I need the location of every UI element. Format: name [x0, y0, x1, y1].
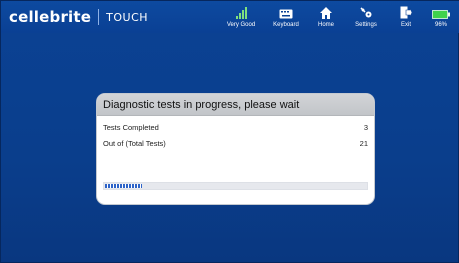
- settings-button[interactable]: Settings: [344, 4, 388, 32]
- brand-divider: [98, 9, 100, 25]
- app-screen: cellebrite TOUCH Very Good Keyboard Home…: [0, 0, 459, 263]
- brand-name: cellebrite: [9, 8, 92, 26]
- dialog-title: Diagnostic tests in progress, please wai…: [97, 94, 374, 116]
- keyboard-icon: [279, 5, 293, 19]
- signal-label: Very Good: [226, 22, 256, 28]
- signal-icon: [235, 5, 247, 19]
- tests-completed-row: Tests Completed 3: [103, 121, 368, 133]
- signal-status: Very Good: [219, 4, 263, 32]
- total-tests-label: Out of (Total Tests): [103, 138, 166, 148]
- settings-icon: [359, 5, 373, 19]
- toolbar: Very Good Keyboard Home Settings Exit 96…: [218, 4, 458, 32]
- battery-status: 96%: [424, 4, 458, 32]
- battery-label: 96%: [434, 22, 447, 28]
- brand-logo: cellebrite TOUCH: [9, 7, 148, 27]
- keyboard-label: Keyboard: [273, 22, 299, 28]
- exit-icon: [400, 5, 412, 19]
- exit-button[interactable]: Exit: [389, 4, 423, 32]
- home-button[interactable]: Home: [309, 4, 343, 32]
- settings-label: Settings: [355, 22, 377, 28]
- tests-completed-value: 3: [363, 122, 368, 132]
- progress-dialog: Diagnostic tests in progress, please wai…: [97, 94, 374, 204]
- total-tests-value: 21: [359, 138, 368, 148]
- exit-label: Exit: [400, 22, 411, 28]
- battery-icon: [432, 5, 450, 19]
- tests-completed-label: Tests Completed: [103, 122, 159, 132]
- home-icon: [320, 5, 332, 19]
- brand-product: TOUCH: [106, 10, 149, 24]
- total-tests-row: Out of (Total Tests) 21: [103, 137, 368, 149]
- progress-bar-fill: [105, 184, 142, 188]
- keyboard-button[interactable]: Keyboard: [264, 4, 308, 32]
- home-label: Home: [317, 22, 334, 28]
- top-bar: cellebrite TOUCH Very Good Keyboard Home…: [1, 1, 459, 33]
- progress-bar: [103, 182, 368, 190]
